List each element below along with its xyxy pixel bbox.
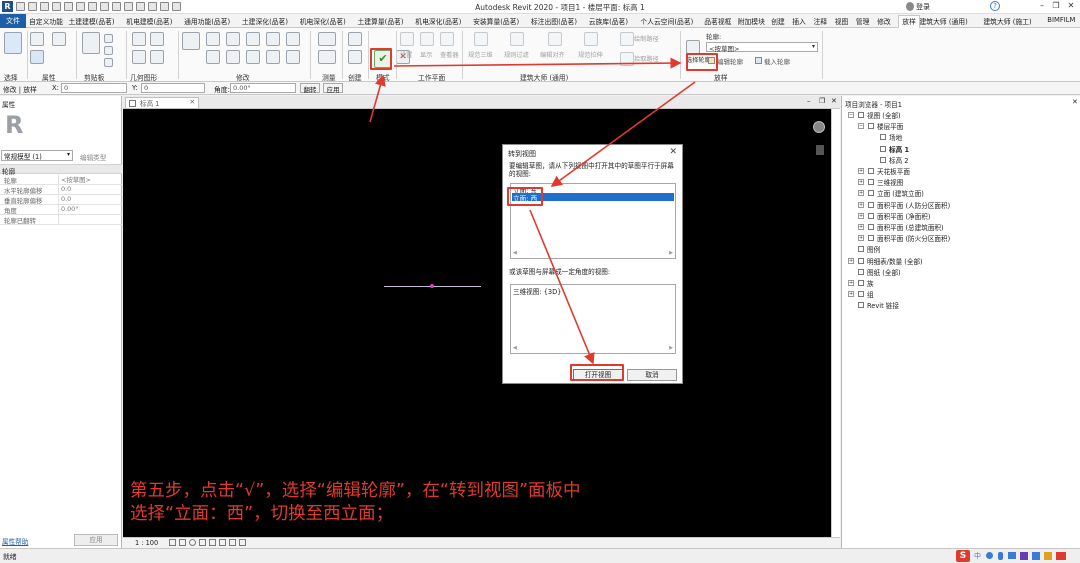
arrow-to-edit-profile [393,57,682,69]
caption-line-2: 选择“立面：西”，切换至西立面； [130,504,394,524]
arrow-to-open-view [529,209,595,365]
arrow-to-checkmark [369,74,386,123]
arrow-to-west-elevation [550,81,696,187]
annotation-arrows [369,57,696,365]
caption-line-1: 第五步，点击“√”，选择“编辑轮廓”，在“转到视图”面板中 [130,481,581,501]
tutorial-caption: 第五步，点击“√”，选择“编辑轮廓”，在“转到视图”面板中 选择“立面：西”，切… [130,480,730,526]
